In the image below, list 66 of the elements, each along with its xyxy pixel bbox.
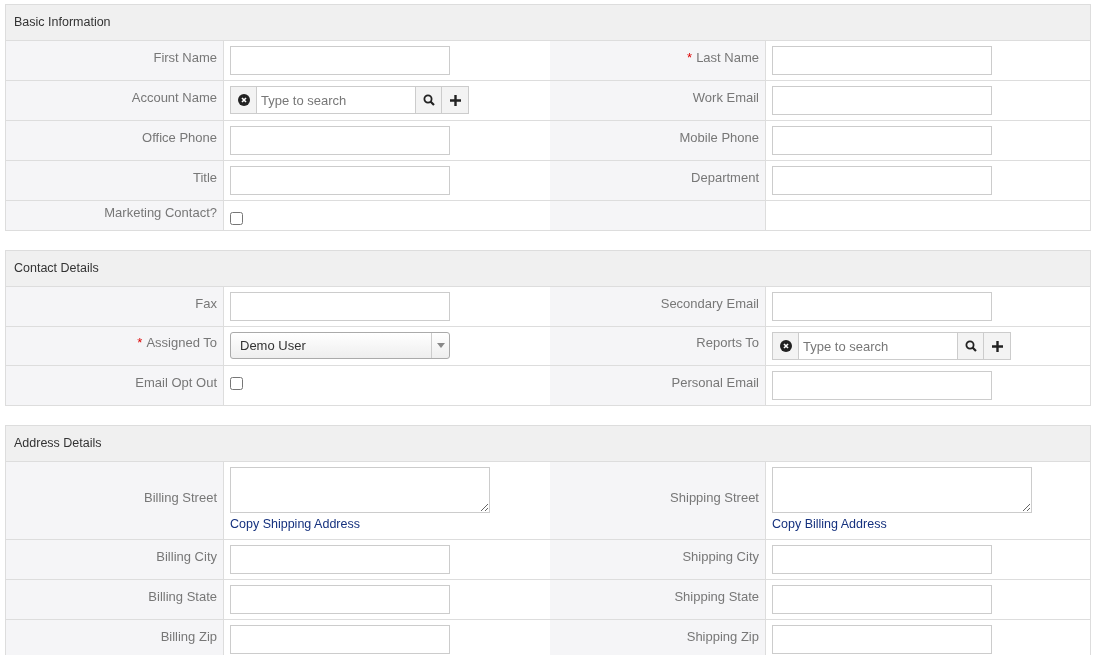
text-field[interactable] [772,292,992,321]
text-field[interactable] [230,166,450,195]
add-button[interactable] [442,86,469,114]
clear-icon [779,340,792,352]
search-field[interactable]: Type to search [257,86,415,114]
text-field[interactable] [230,292,450,321]
checkbox[interactable] [230,377,243,390]
field-label: Email Opt Out [135,373,217,392]
text-field[interactable] [230,126,450,155]
clear-button[interactable] [230,86,257,114]
field-label: Personal Email [671,373,759,392]
text-field[interactable] [230,624,450,654]
field-label: Billing City [156,547,217,566]
field-label: Office Phone [142,128,217,147]
field-label: Last Name [696,48,759,67]
field-label: Billing Street [144,488,217,507]
field-label: Marketing Contact? [104,203,217,222]
copy-address-link[interactable]: Copy Billing Address [772,515,887,534]
text-field[interactable] [772,584,992,614]
field-label: First Name [153,48,217,67]
text-field[interactable] [772,86,992,115]
field-label: Department [691,168,759,187]
text-field[interactable] [772,46,992,75]
copy-address-link[interactable]: Copy Shipping Address [230,515,360,534]
field-label: Shipping City [682,547,759,566]
field-label: Shipping State [674,587,759,606]
section-title: Address Details [14,435,102,453]
field-label: Mobile Phone [679,128,759,147]
field-label: Assigned To [146,334,217,353]
text-area[interactable] [230,467,490,513]
text-field[interactable] [772,544,992,574]
plus-icon [449,94,461,106]
field-label: Billing Zip [160,627,217,646]
text-field[interactable] [772,166,992,195]
text-field[interactable] [772,371,992,400]
text-field[interactable] [230,584,450,614]
section-title: Basic Information [14,14,111,32]
field-label: Shipping Zip [686,627,759,646]
plus-icon [991,340,1003,352]
text-field[interactable] [230,46,450,75]
text-field[interactable] [230,544,450,574]
text-area[interactable] [772,467,1032,513]
field-label: Reports To [696,334,759,353]
clear-icon [237,94,250,106]
field-label: Shipping Street [670,488,759,507]
search-icon [422,94,435,106]
field-label: Account Name [131,88,217,107]
add-button[interactable] [984,332,1011,360]
required-mark: * [687,48,693,67]
field-label: Fax [195,294,217,313]
text-field[interactable] [772,126,992,155]
search-field[interactable]: Type to search [799,332,957,360]
field-label: Billing State [148,587,217,606]
dropdown-select[interactable]: Demo User [230,332,450,359]
field-label: Secondary Email [660,294,759,313]
search-icon [964,340,977,352]
clear-button[interactable] [772,332,799,360]
field-label: Work Email [692,88,759,107]
dropdown-arrow-icon [436,343,445,348]
field-label: Title [192,168,217,187]
required-mark: * [137,334,143,353]
search-button[interactable] [415,86,442,114]
section-title: Contact Details [14,260,99,278]
checkbox[interactable] [230,212,243,225]
text-field[interactable] [772,624,992,654]
search-button[interactable] [957,332,984,360]
